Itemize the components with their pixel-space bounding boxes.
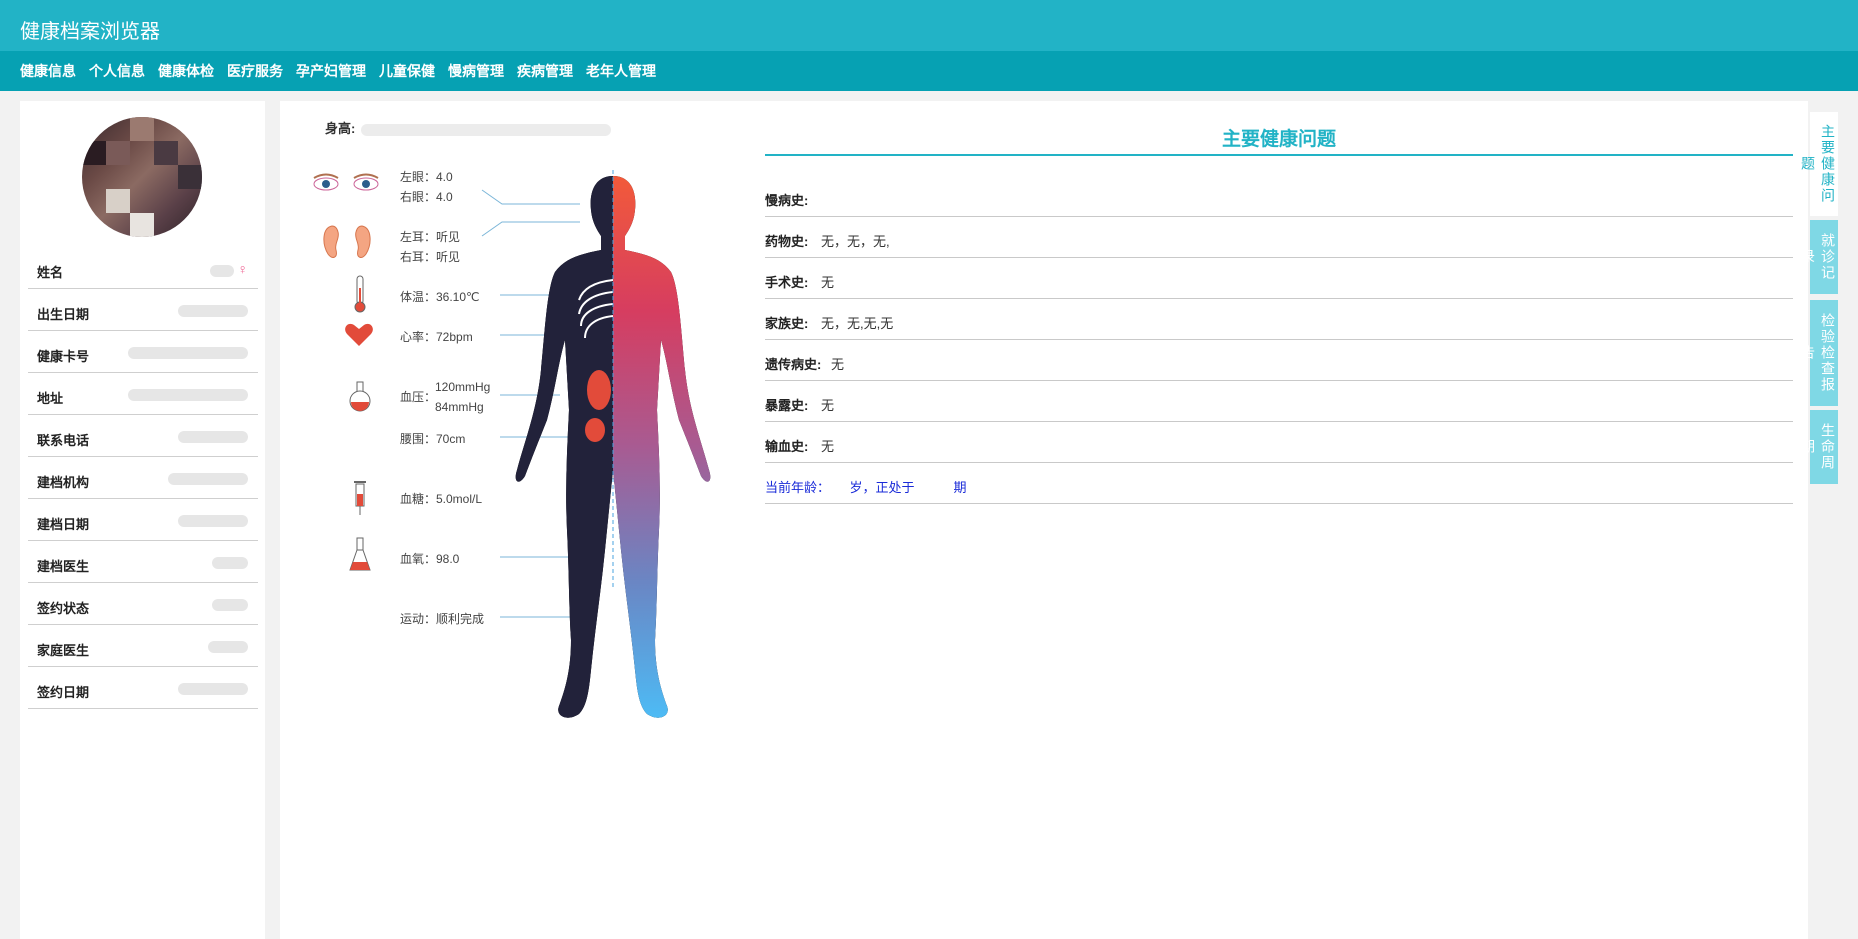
profile-row-institution: 建档机构 xyxy=(28,457,258,499)
ears-icon xyxy=(323,225,371,258)
side-tab-lab-reports[interactable]: 检验检查报告 xyxy=(1800,300,1838,406)
profile-row-family-doctor: 家庭医生 xyxy=(28,625,258,667)
nav-item-personal-info[interactable]: 个人信息 xyxy=(89,61,145,81)
title-bar: 健康档案浏览器 xyxy=(0,0,1858,51)
top-nav: 健康信息 个人信息 健康体检 医疗服务 孕产妇管理 儿童保健 慢病管理 疾病管理… xyxy=(0,51,1858,91)
bp-label: 血压： xyxy=(400,390,437,404)
profile-row-health-card: 健康卡号 xyxy=(28,331,258,373)
redacted-phone xyxy=(178,430,248,443)
left-eye-value: 左眼：4.0 xyxy=(400,170,453,184)
hp-row-surgery: 手术史: 无 xyxy=(765,258,1793,299)
redacted-family-doctor xyxy=(208,640,248,653)
scrollbar[interactable] xyxy=(1840,101,1858,939)
hp-row-transfusion: 输血史: 无 xyxy=(765,422,1793,463)
profile-panel: 姓名 ♀ 出生日期 健康卡号 地址 联系电话 建档机构 建档日期 建档医生 签约… xyxy=(20,101,265,939)
nav-item-medical-service[interactable]: 医疗服务 xyxy=(227,61,283,81)
profile-row-name: 姓名 ♀ xyxy=(28,247,258,289)
hp-row-medication: 药物史: 无，无，无, xyxy=(765,217,1793,258)
hp-row-exposure: 暴露史: 无 xyxy=(765,381,1793,422)
nav-item-elderly[interactable]: 老年人管理 xyxy=(586,61,656,81)
profile-row-sign-status: 签约状态 xyxy=(28,583,258,625)
hp-row-family: 家族史: 无，无,无,无 xyxy=(765,299,1793,340)
beaker-icon xyxy=(349,537,371,571)
right-ear-value: 右耳：听见 xyxy=(400,250,461,264)
redacted-file-date xyxy=(178,514,248,527)
nav-item-child-care[interactable]: 儿童保健 xyxy=(379,61,435,81)
profile-row-phone: 联系电话 xyxy=(28,415,258,457)
waist-value: 腰围：70cm xyxy=(400,432,466,446)
profile-row-sign-date: 签约日期 xyxy=(28,667,258,709)
thermometer-icon xyxy=(354,275,366,313)
avatar xyxy=(82,117,202,237)
side-tab-visit-records[interactable]: 就诊记录 xyxy=(1800,220,1838,294)
heart-rate-value: 心率：72bpm xyxy=(400,330,473,344)
profile-row-birthdate: 出生日期 xyxy=(28,289,258,331)
redacted-sign-status xyxy=(212,598,248,611)
side-tab-health-problems[interactable]: 主要健康问题 xyxy=(1800,112,1838,216)
title-underline xyxy=(765,154,1793,156)
female-icon: ♀ xyxy=(237,261,249,277)
syringe-icon xyxy=(354,481,366,515)
redacted-sign-date xyxy=(178,682,248,695)
left-ear-value: 左耳：听见 xyxy=(400,230,461,244)
redacted-institution xyxy=(168,472,248,485)
redacted-address xyxy=(128,388,248,401)
blood-oxygen-value: 血氧：98.0 xyxy=(400,552,460,566)
nav-item-maternal[interactable]: 孕产妇管理 xyxy=(296,61,366,81)
flask-icon xyxy=(349,381,371,412)
redacted-name xyxy=(209,264,234,277)
profile-row-doctor: 建档医生 xyxy=(28,541,258,583)
side-tab-life-cycle[interactable]: 生命周期 xyxy=(1800,410,1838,484)
redacted-doctor xyxy=(212,556,248,569)
redacted-birthdate xyxy=(178,304,248,317)
profile-row-file-date: 建档日期 xyxy=(28,499,258,541)
heart-icon xyxy=(345,323,373,346)
hp-row-chronic: 慢病史: xyxy=(765,176,1793,217)
health-problems-title: 主要健康问题 xyxy=(1221,129,1336,150)
nav-item-disease[interactable]: 疾病管理 xyxy=(517,61,573,81)
redacted-card-number xyxy=(128,346,248,359)
app-title: 健康档案浏览器 xyxy=(20,21,160,43)
nav-item-chronic[interactable]: 慢病管理 xyxy=(448,61,504,81)
eyes-icon xyxy=(313,173,379,191)
right-eye-value: 右眼：4.0 xyxy=(400,190,453,204)
human-body-figure xyxy=(515,170,711,718)
height-row: 身高: xyxy=(325,118,612,137)
redacted-height xyxy=(361,123,612,136)
profile-row-address: 地址 xyxy=(28,373,258,415)
temperature-value: 体温：36.10℃ xyxy=(400,290,480,304)
hp-row-current-age[interactable]: 当前年龄： 岁，正处于 期 xyxy=(765,463,1793,504)
hp-row-genetic: 遗传病史: 无 xyxy=(765,340,1793,381)
nav-item-checkup[interactable]: 健康体检 xyxy=(158,61,214,81)
nav-item-health-info[interactable]: 健康信息 xyxy=(20,61,76,81)
